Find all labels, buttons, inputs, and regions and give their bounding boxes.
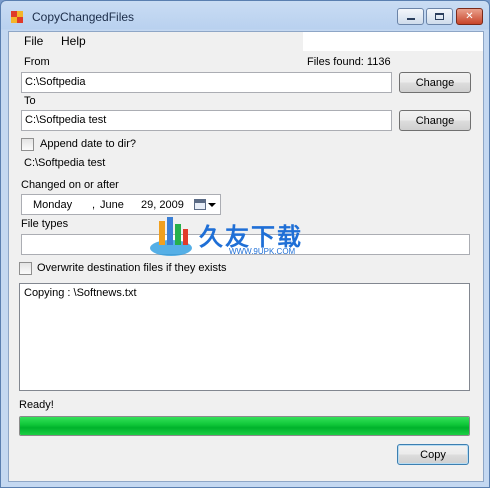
minimize-icon (406, 18, 415, 20)
to-input[interactable]: C:\Softpedia test (21, 110, 392, 131)
watermark: 久友下载 WWW.9UPK.COM (149, 215, 349, 265)
menu-file[interactable]: File (24, 34, 43, 48)
date-separator: , (92, 199, 96, 211)
overwrite-checkbox[interactable] (19, 262, 32, 275)
changed-on-datepicker[interactable]: Monday , June 29, 2009 (21, 194, 221, 215)
menu-bar-filler (303, 32, 483, 51)
progress-bar (19, 416, 470, 436)
window-title: CopyChangedFiles (32, 10, 135, 24)
maximize-icon (435, 13, 444, 20)
minimize-button[interactable] (397, 8, 424, 25)
date-day-year: 29, 2009 (141, 199, 184, 211)
from-change-button[interactable]: Change (399, 72, 471, 93)
changed-on-label: Changed on or after (21, 179, 119, 191)
watermark-url: WWW.9UPK.COM (229, 247, 296, 256)
main-window: CopyChangedFiles ✕ File Help From Files … (0, 0, 490, 488)
progress-fill (20, 417, 469, 435)
to-label: To (24, 95, 36, 107)
to-change-button[interactable]: Change (399, 110, 471, 131)
menu-help[interactable]: Help (61, 34, 86, 48)
app-icon (11, 11, 23, 23)
menu-bar: File Help (9, 32, 303, 51)
from-label: From (24, 56, 50, 68)
close-button[interactable]: ✕ (456, 8, 483, 25)
date-weekday: Monday (33, 199, 73, 211)
file-types-label: File types (21, 218, 69, 230)
date-month: June (100, 199, 124, 211)
target-path-preview: C:\Softpedia test (24, 157, 106, 169)
append-date-label: Append date to dir? (40, 138, 137, 150)
append-date-checkbox[interactable] (21, 138, 34, 151)
status-label: Ready! (19, 399, 54, 411)
from-input[interactable]: C:\Softpedia (21, 72, 392, 93)
files-found-label: Files found: 1136 (307, 56, 391, 68)
title-bar[interactable]: CopyChangedFiles ✕ (1, 1, 489, 31)
copy-button[interactable]: Copy (397, 444, 469, 465)
log-box[interactable]: Copying : \Softnews.txt (19, 283, 470, 391)
watermark-logo-icon (150, 217, 192, 256)
maximize-button[interactable] (426, 8, 453, 25)
log-line: Copying : \Softnews.txt (24, 287, 137, 299)
chevron-down-icon[interactable] (208, 203, 216, 207)
close-icon: ✕ (465, 11, 474, 22)
calendar-icon[interactable] (194, 199, 206, 210)
